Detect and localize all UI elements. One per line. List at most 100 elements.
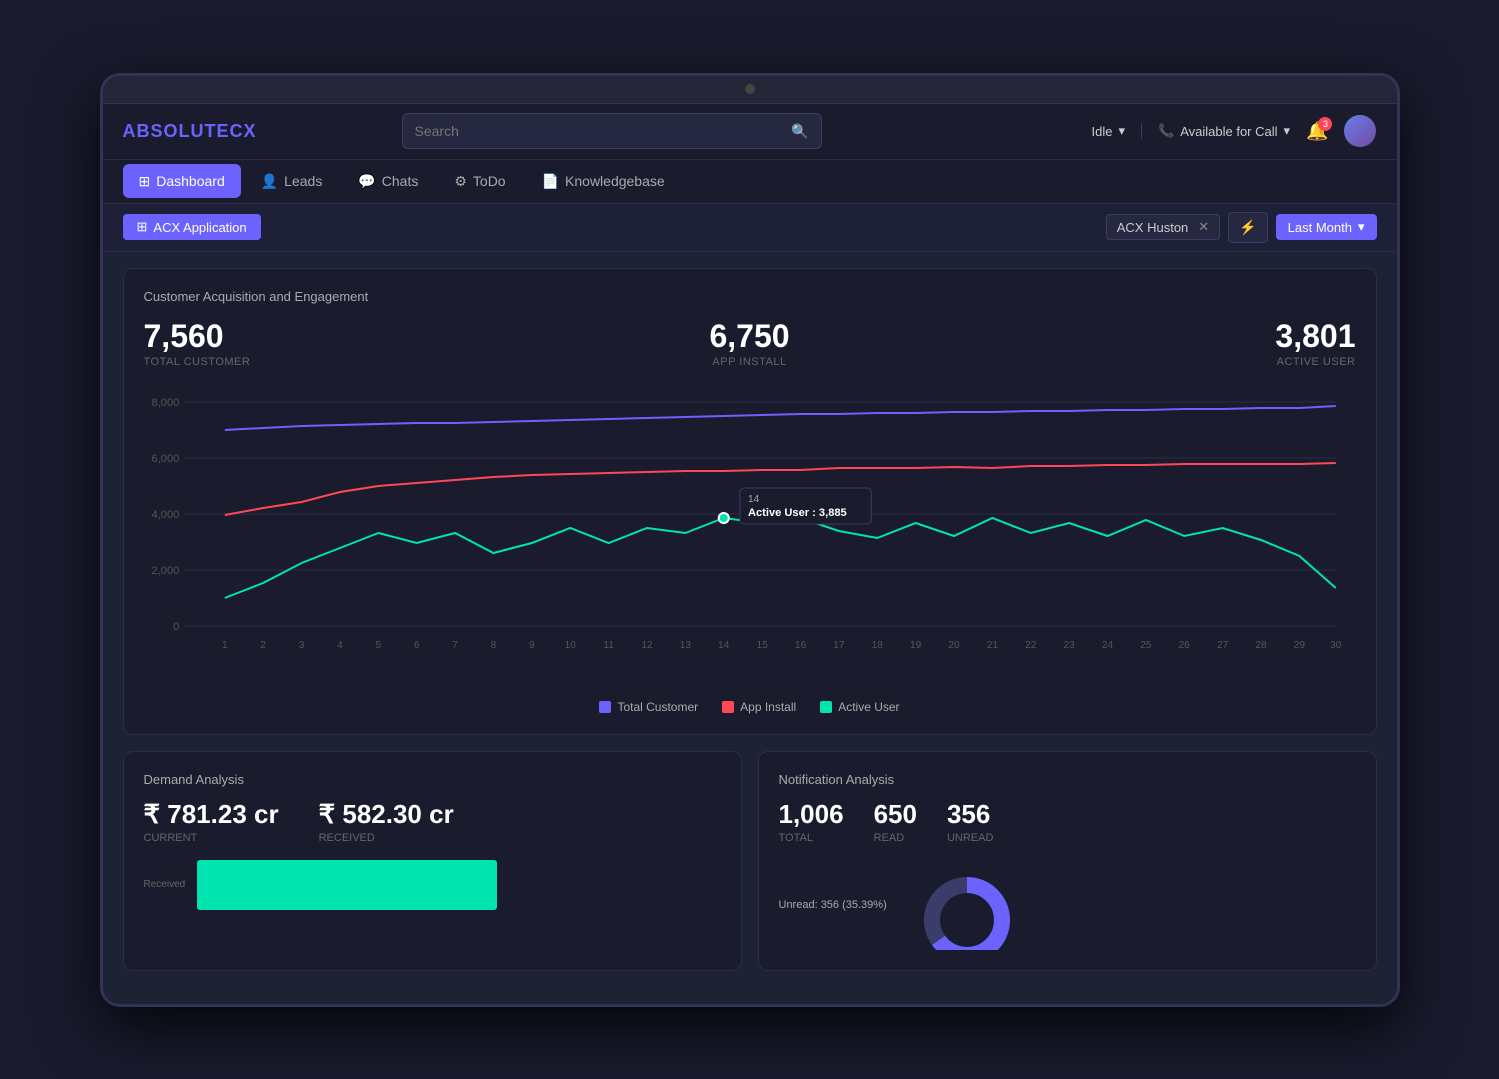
main-content: Customer Acquisition and Engagement 7,56… <box>103 252 1397 1003</box>
svg-text:22: 22 <box>1025 640 1037 651</box>
app-install-metric: 6,750 App Install <box>548 320 952 368</box>
legend-app-install-label: App Install <box>740 700 796 714</box>
available-chevron-icon: ▾ <box>1284 123 1291 139</box>
svg-text:8: 8 <box>490 640 496 651</box>
header: ABSOLUTECX 🔍 Idle ▾ 📞 Available for Call… <box>103 104 1397 160</box>
chart-card: Customer Acquisition and Engagement 7,56… <box>123 268 1377 735</box>
legend-active-user-label: Active User <box>838 700 899 714</box>
tooltip-dot <box>718 513 728 523</box>
svg-text:17: 17 <box>833 640 845 651</box>
svg-text:29: 29 <box>1293 640 1305 651</box>
donut-chart <box>907 860 1027 950</box>
nav-leads-label: Leads <box>284 173 322 189</box>
svg-text:12: 12 <box>641 640 653 651</box>
notification-badge: 3 <box>1318 117 1332 131</box>
svg-text:4: 4 <box>337 640 343 651</box>
svg-text:19: 19 <box>910 640 922 651</box>
phone-icon: 📞 <box>1158 123 1174 139</box>
nav-chats-label: Chats <box>382 173 419 189</box>
app-install-value: 6,750 <box>548 320 952 352</box>
header-right: Idle ▾ 📞 Available for Call ▾ 🔔 3 <box>1092 115 1377 147</box>
svg-text:27: 27 <box>1217 640 1229 651</box>
svg-text:15: 15 <box>756 640 768 651</box>
notif-unread-value: 356 <box>947 799 993 830</box>
svg-text:6: 6 <box>413 640 419 651</box>
svg-text:18: 18 <box>871 640 883 651</box>
device-frame: ABSOLUTECX 🔍 Idle ▾ 📞 Available for Call… <box>100 73 1400 1007</box>
legend-total-customer-label: Total Customer <box>617 700 698 714</box>
svg-text:16: 16 <box>794 640 806 651</box>
date-filter-button[interactable]: Last Month ▾ <box>1276 214 1377 240</box>
available-label: Available for Call <box>1180 124 1277 139</box>
chart-area: .grid-line { stroke: #2a2d45; stroke-wid… <box>144 388 1356 688</box>
nav-dashboard[interactable]: ⊞ Dashboard <box>123 164 241 198</box>
demand-bar <box>197 860 497 910</box>
demand-received-value: ₹ 582.30 cr <box>319 799 454 830</box>
notification-analysis-card: Notification Analysis 1,006 Total 650 Re… <box>758 751 1377 971</box>
date-filter-label: Last Month <box>1288 220 1352 235</box>
line-chart: .grid-line { stroke: #2a2d45; stroke-wid… <box>144 388 1356 668</box>
nav-knowledgebase-label: Knowledgebase <box>565 173 665 189</box>
notif-total: 1,006 Total <box>779 799 844 844</box>
idle-chevron-icon: ▾ <box>1118 123 1125 139</box>
demand-bar-chart: Received <box>144 860 721 910</box>
notif-donut-area: Unread: 356 (35.39%) <box>779 860 1356 950</box>
chart-metrics: 7,560 Total Customer 6,750 App Install 3… <box>144 320 1356 368</box>
total-customer-label: Total Customer <box>144 356 548 368</box>
demand-analysis-card: Demand Analysis ₹ 781.23 cr Current ₹ 58… <box>123 751 742 971</box>
notification-bell[interactable]: 🔔 3 <box>1306 121 1328 142</box>
search-bar[interactable]: 🔍 <box>402 113 822 149</box>
svg-text:25: 25 <box>1140 640 1152 651</box>
notif-total-label: Total <box>779 832 844 844</box>
active-user-value: 3,801 <box>952 320 1356 352</box>
svg-text:23: 23 <box>1063 640 1075 651</box>
dashboard-icon: ⊞ <box>139 173 151 190</box>
total-customer-value: 7,560 <box>144 320 548 352</box>
nav-chats[interactable]: 💬 Chats <box>342 164 434 198</box>
svg-text:9: 9 <box>529 640 535 651</box>
chart-tooltip: 14 Active User : 3,885 <box>739 488 870 524</box>
notification-title: Notification Analysis <box>779 772 1356 787</box>
notif-read-label: Read <box>874 832 917 844</box>
nav-todo[interactable]: ⚙ ToDo <box>438 164 521 198</box>
notif-unread-label: Unread <box>947 832 993 844</box>
legend-total-customer-color <box>599 701 611 713</box>
svg-text:Active User : 3,885: Active User : 3,885 <box>747 507 846 519</box>
svg-text:8,000: 8,000 <box>151 397 179 409</box>
idle-button[interactable]: Idle ▾ <box>1092 123 1126 139</box>
svg-text:14: 14 <box>718 640 730 651</box>
avatar[interactable] <box>1344 115 1376 147</box>
filter-button[interactable]: ⚡ <box>1228 212 1267 243</box>
demand-metrics: ₹ 781.23 cr Current ₹ 582.30 cr Received <box>144 799 721 844</box>
logo-text: ABSOLUTE <box>123 121 230 141</box>
unread-pct-label: Unread: 356 (35.39%) <box>779 899 887 911</box>
notif-total-value: 1,006 <box>779 799 844 830</box>
camera <box>745 84 755 94</box>
search-input[interactable] <box>415 123 792 139</box>
navigation: ⊞ Dashboard 👤 Leads 💬 Chats ⚙ ToDo 📄 Kno… <box>103 160 1397 204</box>
legend-total-customer: Total Customer <box>599 700 698 714</box>
breadcrumb-label: ACX Application <box>153 220 246 235</box>
svg-text:30: 30 <box>1330 640 1342 651</box>
knowledgebase-icon: 📄 <box>542 173 559 190</box>
notif-read-value: 650 <box>874 799 917 830</box>
svg-text:28: 28 <box>1255 640 1267 651</box>
available-for-call-button[interactable]: 📞 Available for Call ▾ <box>1141 123 1290 139</box>
svg-text:11: 11 <box>603 640 614 651</box>
active-user-label: Active User <box>952 356 1356 368</box>
svg-text:2: 2 <box>260 640 266 651</box>
demand-received-label: Received <box>319 832 454 844</box>
svg-text:26: 26 <box>1178 640 1190 651</box>
svg-text:3: 3 <box>298 640 304 651</box>
idle-label: Idle <box>1092 124 1113 139</box>
demand-received: ₹ 582.30 cr Received <box>319 799 454 844</box>
nav-leads[interactable]: 👤 Leads <box>245 164 339 198</box>
search-icon: 🔍 <box>791 123 808 140</box>
breadcrumb-right: ACX Huston ✕ ⚡ Last Month ▾ <box>1106 212 1377 243</box>
legend-active-user-color <box>820 701 832 713</box>
chart-legend: Total Customer App Install Active User <box>144 700 1356 714</box>
demand-current: ₹ 781.23 cr Current <box>144 799 279 844</box>
filter-tag-close[interactable]: ✕ <box>1198 219 1209 235</box>
breadcrumb-app[interactable]: ⊞ ACX Application <box>123 214 261 240</box>
nav-knowledgebase[interactable]: 📄 Knowledgebase <box>526 164 681 198</box>
